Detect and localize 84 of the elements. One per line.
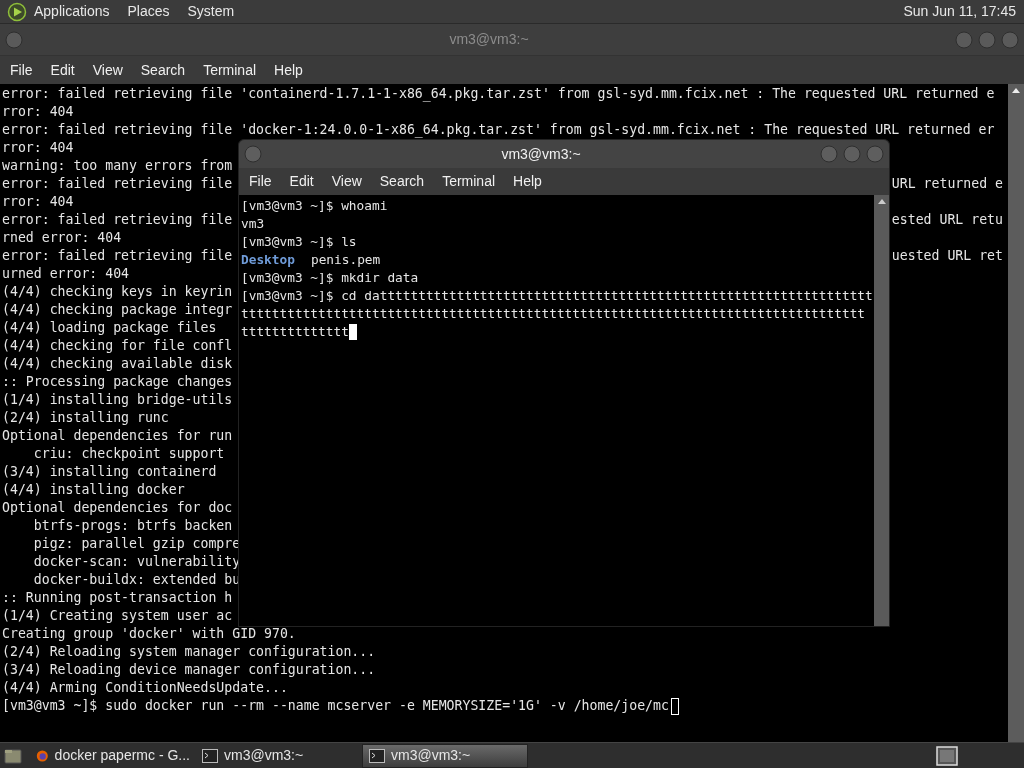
terminal-line: rror: 404	[2, 193, 74, 211]
menu-item[interactable]: File	[242, 169, 279, 194]
panel-menu[interactable]: Places	[126, 1, 171, 22]
panel-menu[interactable]: System	[186, 1, 236, 22]
menu-item[interactable]: Edit	[282, 169, 321, 194]
minimize-button[interactable]	[820, 145, 838, 163]
terminal-line: (3/4) installing containerd	[2, 463, 217, 481]
file-name: penis.pem	[310, 251, 381, 269]
terminal-line: [vm3@vm3 ~]$ whoami	[241, 197, 388, 215]
minimize-button[interactable]	[955, 30, 973, 49]
terminal-line: (4/4) checking for file confl	[2, 337, 233, 355]
terminal-line: error: failed retrieving file 'docker-1:24.0.0-1-x86_64.pkg.tar.zst' from gsl-syd.mm.fcix.net : The requested URL returned er	[2, 121, 995, 139]
terminal-line: Creating group 'docker' with GID 970.	[2, 625, 296, 643]
scrollbar[interactable]	[874, 195, 889, 626]
workspace-switcher[interactable]	[936, 745, 958, 766]
terminal-icon	[369, 748, 385, 763]
close-button[interactable]	[1001, 30, 1019, 49]
terminal-line: (1/4) installing bridge-utils	[2, 391, 233, 409]
terminal-line: (4/4) checking package integr	[2, 301, 233, 319]
terminal-line: (2/4) installing runc	[2, 409, 169, 427]
menu-item[interactable]: View	[324, 169, 369, 194]
terminal-line: (4/4) loading package files	[2, 319, 217, 337]
window-title: vm3@vm3:~	[449, 30, 529, 49]
terminal-line: (2/4) Reloading system manager configuration...	[2, 643, 376, 661]
scrollbar[interactable]	[1008, 84, 1024, 742]
terminal-line: rror: 404	[2, 103, 74, 121]
menu-item[interactable]: Search	[372, 169, 432, 194]
maximize-button[interactable]	[978, 30, 996, 49]
terminal-icon	[202, 748, 218, 763]
terminal-line: URL returned e	[891, 175, 1003, 193]
menu-item[interactable]: Terminal	[196, 57, 264, 83]
terminal-line: (4/4) checking keys in keyrin	[2, 283, 233, 301]
menu-item[interactable]: Help	[267, 57, 310, 83]
terminal-line: rned error: 404	[2, 229, 122, 247]
menu-item[interactable]: View	[85, 57, 130, 83]
terminal-line: error: failed retrieving file	[2, 247, 233, 265]
terminal-line: [vm3@vm3 ~]$ sudo docker run --rm --name mcserver -e MEMORYSIZE='1G' -v /home/joe/mc	[2, 697, 669, 715]
terminal-line: error: failed retrieving file 'containerd-1.7.1-1-x86_64.pkg.tar.zst' from gsl-syd.mm.fcix.net : The requested URL returned e	[2, 85, 995, 103]
terminal-line: btrfs-progs: btrfs backen	[32, 517, 233, 535]
terminal-line: Optional dependencies for run	[2, 427, 233, 445]
menu-item[interactable]: File	[3, 57, 40, 83]
taskbar-button[interactable]: docker papermc - G...	[30, 743, 196, 768]
scroll-up-icon[interactable]	[1012, 87, 1020, 93]
scroll-up-icon[interactable]	[877, 198, 886, 204]
terminal-line: :: Running post-transaction h	[2, 589, 233, 607]
terminal-line: error: failed retrieving file	[2, 175, 233, 193]
panel-menu[interactable]: Applications	[33, 1, 111, 22]
terminal-line: (4/4) Arming ConditionNeedsUpdate...	[2, 679, 288, 697]
maximize-button[interactable]	[843, 145, 861, 163]
terminal-line: (3/4) Reloading device manager configuration...	[2, 661, 376, 679]
terminal-line: ttttttttttttttttttttttttttttttttttttttttttttttttttttttttttttttttttttttttttttttttt	[241, 305, 866, 323]
terminal-line: (4/4) installing docker	[2, 481, 185, 499]
terminal-line: (4/4) checking available disk	[2, 355, 233, 373]
terminal-line: docker-scan: vulnerability	[32, 553, 241, 571]
menu-item[interactable]: Search	[133, 57, 193, 83]
terminal-line: (1/4) Creating system user ac	[2, 607, 233, 625]
taskbar-button[interactable]: vm3@vm3:~	[196, 743, 362, 768]
close-button[interactable]	[866, 145, 884, 163]
menu-item[interactable]: Help	[506, 169, 549, 194]
terminal-line: urned error: 404	[2, 265, 130, 283]
directory-name: Desktop	[241, 251, 295, 269]
show-desktop-icon[interactable]	[4, 747, 22, 764]
menu-item[interactable]: Terminal	[435, 169, 503, 194]
clock[interactable]: Sun Jun 11, 17:45	[903, 1, 1016, 22]
terminal-line: [vm3@vm3 ~]$ cd datttttttttttttttttttttttttttttttttttttttttttttttttttttttttttttttt	[241, 287, 873, 305]
terminal-line: error: failed retrieving file	[2, 211, 233, 229]
panel-logo-icon[interactable]	[7, 1, 27, 22]
window-menu-button[interactable]	[244, 145, 262, 163]
terminal-line: criu: checkpoint support	[32, 445, 225, 463]
terminal-line: vm3	[241, 215, 265, 233]
window-menu-button[interactable]	[5, 30, 23, 49]
window-title: vm3@vm3:~	[501, 144, 581, 164]
terminal-line: :: Processing package changes	[2, 373, 233, 391]
terminal-line: uested URL ret	[891, 247, 1003, 265]
terminal-line: [vm3@vm3 ~]$ ls	[241, 233, 357, 251]
terminal-line: tttttttttttttt	[241, 323, 349, 341]
terminal-line: Optional dependencies for doc	[2, 499, 233, 517]
menu-item[interactable]: Edit	[43, 57, 82, 83]
terminal-line: [vm3@vm3 ~]$ mkdir data	[241, 269, 419, 287]
terminal-line: warning: too many errors from	[2, 157, 233, 175]
taskbar-button[interactable]: vm3@vm3:~	[362, 743, 528, 768]
terminal-line: ested URL retu	[891, 211, 1003, 229]
terminal-line: pigz: parallel gzip compre	[32, 535, 241, 553]
terminal-line: rror: 404	[2, 139, 74, 157]
